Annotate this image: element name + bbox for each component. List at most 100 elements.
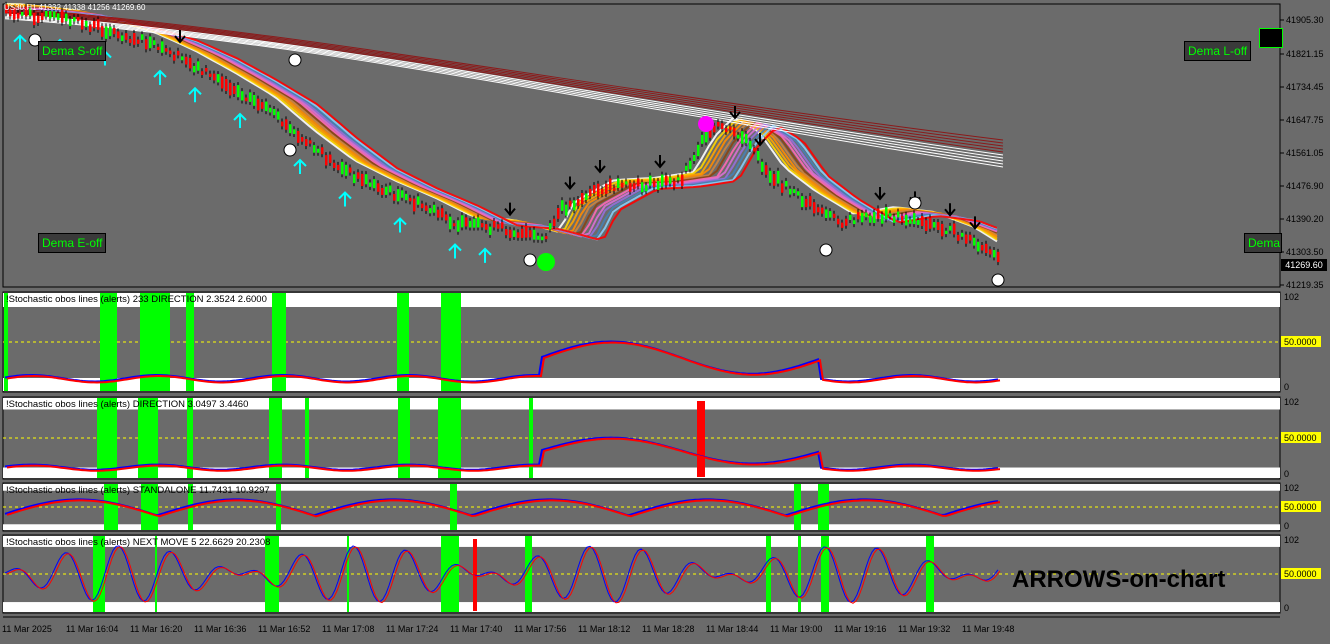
- oversold-band: [3, 602, 1280, 612]
- dema-s-off-button[interactable]: Dema S-off: [38, 41, 107, 61]
- candle-body: [349, 167, 352, 173]
- candle-body: [661, 174, 664, 187]
- candle-body: [477, 217, 480, 228]
- candle-body: [537, 235, 540, 240]
- candle-body: [789, 188, 792, 195]
- candle-body: [229, 82, 232, 96]
- candle-body: [413, 198, 416, 212]
- candle-body: [513, 230, 516, 237]
- candle-body: [137, 39, 140, 44]
- candle-body: [321, 147, 324, 155]
- candle-body: [549, 223, 552, 230]
- candle-body: [809, 196, 812, 207]
- candle-body: [725, 128, 728, 133]
- candle-body: [529, 230, 532, 238]
- candle-body: [645, 185, 648, 192]
- level-label: 102: [1284, 292, 1299, 302]
- candle-body: [173, 54, 176, 61]
- candle-body: [805, 198, 808, 208]
- candle-body: [585, 193, 588, 200]
- candle-body: [745, 133, 748, 144]
- candle-body: [673, 181, 676, 188]
- candle-body: [653, 180, 656, 188]
- candle-body: [329, 154, 332, 163]
- candle-body: [741, 131, 744, 144]
- candle-body: [773, 173, 776, 186]
- candle-body: [865, 212, 868, 218]
- level-label: 0: [1284, 603, 1289, 613]
- candle-body: [289, 124, 292, 134]
- candle-body: [457, 220, 460, 232]
- candle-body: [505, 229, 508, 236]
- candle-body: [733, 127, 736, 137]
- candle-body: [221, 76, 224, 89]
- trading-chart[interactable]: 41905.30 41821.15 41734.45 41647.75 41561.05…: [0, 0, 1330, 640]
- candle-body: [93, 20, 96, 29]
- candle-body: [465, 217, 468, 227]
- signal-bar: [441, 293, 461, 391]
- signal-bar: [441, 536, 459, 612]
- candle-body: [889, 213, 892, 217]
- candle-body: [233, 86, 236, 95]
- candle-body: [997, 251, 1000, 263]
- current-price-tag: 41269.60: [1281, 259, 1327, 271]
- candle-body: [749, 140, 752, 150]
- candle-body: [533, 229, 536, 240]
- candle-body: [253, 95, 256, 106]
- candle-body: [361, 173, 364, 187]
- candle-body: [293, 129, 296, 135]
- signal-bar: [100, 293, 117, 391]
- candle-body: [833, 213, 836, 218]
- candle-body: [965, 234, 968, 244]
- candle-body: [501, 222, 504, 229]
- candle-body: [129, 38, 132, 43]
- candle-body: [669, 177, 672, 184]
- candle-body: [165, 48, 168, 52]
- candle-body: [373, 179, 376, 189]
- dema-l-off-button[interactable]: Dema L-off: [1184, 41, 1252, 61]
- time-axis: 11 Mar 2025 11 Mar 16:04 11 Mar 16:20 11 Ma…: [2, 624, 1014, 634]
- candle-body: [189, 57, 192, 69]
- candle-body: [285, 119, 288, 130]
- candle-body: [53, 11, 56, 18]
- candle-body: [213, 73, 216, 81]
- candle-body: [649, 175, 652, 186]
- candle-body: [849, 214, 852, 220]
- candle-body: [257, 98, 260, 111]
- dema-e-off-button[interactable]: Dema E-off: [38, 233, 107, 253]
- candle-body: [209, 73, 212, 77]
- candle-body: [441, 208, 444, 218]
- candle-body: [937, 222, 940, 230]
- time-tick-label: 11 Mar 18:44: [706, 624, 758, 634]
- candle-body: [145, 39, 148, 50]
- level-label: 102: [1284, 535, 1299, 545]
- signal-bar: [798, 536, 801, 612]
- candle-body: [777, 170, 780, 184]
- candle-body: [401, 190, 404, 198]
- candle-body: [409, 197, 412, 202]
- candle-body: [461, 215, 464, 228]
- candle-body: [605, 183, 608, 194]
- candle-body: [953, 223, 956, 235]
- candle-body: [901, 215, 904, 222]
- candle-body: [429, 208, 432, 214]
- candle-body: [437, 209, 440, 218]
- level-label: 0: [1284, 469, 1289, 479]
- candle-body: [589, 188, 592, 197]
- candle-body: [881, 214, 884, 224]
- dema-u-button[interactable]: Dema U: [1244, 233, 1282, 253]
- candle-body: [765, 165, 768, 175]
- candle-body: [753, 147, 756, 152]
- candle-body: [561, 200, 564, 211]
- candle-body: [445, 214, 448, 221]
- candle-body: [169, 50, 172, 55]
- candle-body: [545, 236, 548, 240]
- candle-body: [161, 41, 164, 53]
- candle-body: [41, 12, 44, 21]
- candle-body: [417, 196, 420, 205]
- candle-body: [193, 65, 196, 73]
- price-tick-label: 41734.45: [1286, 82, 1324, 92]
- signal-bar: [186, 293, 194, 391]
- level-label: 0: [1284, 382, 1289, 392]
- candle-body: [337, 164, 340, 171]
